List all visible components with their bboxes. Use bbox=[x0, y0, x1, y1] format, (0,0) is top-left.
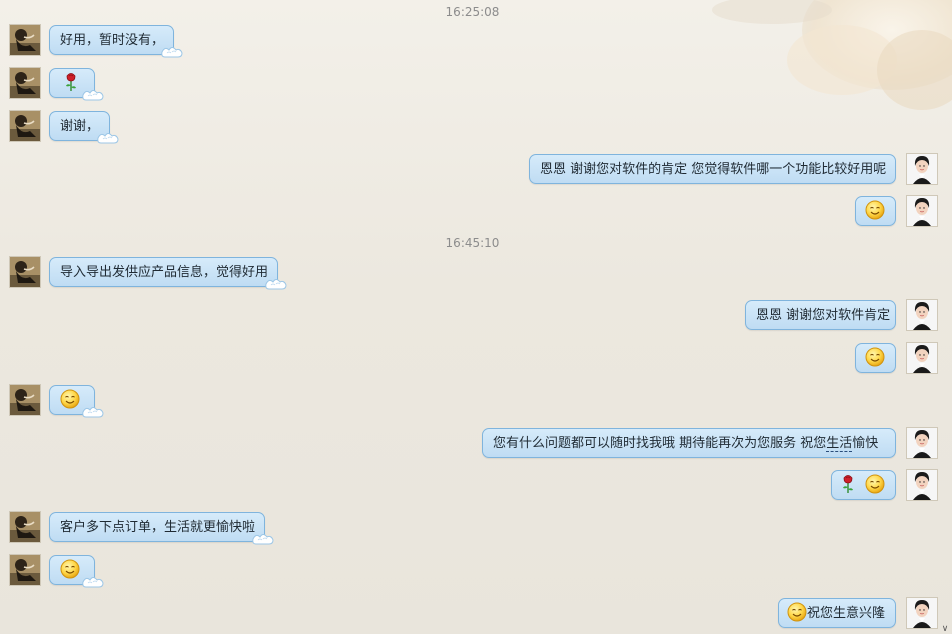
message-text: 客户多下点订单，生活就更愉快啦 bbox=[60, 520, 256, 535]
agent-avatar[interactable] bbox=[906, 299, 938, 331]
smile-emoji-icon bbox=[60, 559, 80, 579]
agent-avatar[interactable] bbox=[906, 427, 938, 459]
bubble-tail-icon bbox=[82, 89, 104, 101]
bubble-tail-icon bbox=[82, 406, 104, 418]
customer-avatar[interactable] bbox=[9, 110, 41, 142]
spellcheck-underlined-text[interactable]: 生活 bbox=[826, 436, 853, 452]
bubble-tail-icon bbox=[252, 533, 274, 545]
message-text: 愉快 bbox=[852, 436, 879, 451]
smile-emoji-icon bbox=[865, 347, 885, 367]
message-text: 好用，暂时没有， bbox=[60, 33, 165, 48]
bubble-tail-icon bbox=[265, 278, 287, 290]
customer-avatar[interactable] bbox=[9, 384, 41, 416]
rose-emoji-icon bbox=[64, 72, 78, 92]
bubble-tail-icon bbox=[97, 132, 119, 144]
message-text: 您有什么问题都可以随时找我哦 期待能再次为您服务 祝您 bbox=[493, 436, 827, 451]
smile-emoji-icon bbox=[60, 389, 80, 409]
timestamp: 16:45:10 bbox=[445, 236, 500, 250]
customer-avatar[interactable] bbox=[9, 67, 41, 99]
message-bubble-sent: 祝您生意兴隆 bbox=[778, 598, 896, 628]
message-bubble-received: 好用，暂时没有， bbox=[49, 25, 174, 55]
message-bubble-received: 导入导出发供应产品信息，觉得好用 bbox=[49, 257, 278, 287]
message-bubble-sent bbox=[855, 196, 896, 226]
agent-avatar[interactable] bbox=[906, 153, 938, 185]
message-bubble-received bbox=[49, 385, 95, 415]
rose-emoji-icon bbox=[841, 474, 855, 494]
message-bubble-sent bbox=[855, 343, 896, 373]
smile-emoji-icon bbox=[865, 200, 885, 220]
customer-avatar[interactable] bbox=[9, 24, 41, 56]
message-bubble-sent: 恩恩 谢谢您对软件的肯定 您觉得软件哪一个功能比较好用呢 bbox=[529, 154, 896, 184]
message-bubble-received bbox=[49, 555, 95, 585]
message-bubble-received bbox=[49, 68, 95, 98]
agent-avatar[interactable] bbox=[906, 195, 938, 227]
bubble-tail-icon bbox=[161, 46, 183, 58]
agent-avatar[interactable] bbox=[906, 469, 938, 501]
message-bubble-received: 客户多下点订单，生活就更愉快啦 bbox=[49, 512, 265, 542]
message-bubble-received: 谢谢， bbox=[49, 111, 110, 141]
agent-avatar[interactable] bbox=[906, 342, 938, 374]
message-text: 恩恩 谢谢您对软件肯定 bbox=[756, 308, 891, 323]
timestamp: 16:25:08 bbox=[445, 5, 500, 19]
message-bubble-sent bbox=[831, 470, 896, 500]
message-text: 祝您生意兴隆 bbox=[807, 606, 886, 621]
customer-avatar[interactable] bbox=[9, 511, 41, 543]
scroll-down-arrow-icon[interactable]: ∨ bbox=[940, 624, 950, 634]
customer-avatar[interactable] bbox=[9, 554, 41, 586]
message-text: 导入导出发供应产品信息，觉得好用 bbox=[60, 265, 269, 280]
bubble-tail-icon bbox=[82, 576, 104, 588]
message-text: 恩恩 谢谢您对软件的肯定 您觉得软件哪一个功能比较好用呢 bbox=[540, 162, 887, 177]
message-bubble-sent: 恩恩 谢谢您对软件肯定 bbox=[745, 300, 896, 330]
customer-avatar[interactable] bbox=[9, 256, 41, 288]
smile-emoji-icon bbox=[865, 474, 885, 494]
message-text: 谢谢， bbox=[60, 119, 100, 134]
agent-avatar[interactable] bbox=[906, 597, 938, 629]
smile-emoji-icon bbox=[787, 602, 807, 622]
message-bubble-sent: 您有什么问题都可以随时找我哦 期待能再次为您服务 祝您生活愉快 bbox=[482, 428, 896, 458]
